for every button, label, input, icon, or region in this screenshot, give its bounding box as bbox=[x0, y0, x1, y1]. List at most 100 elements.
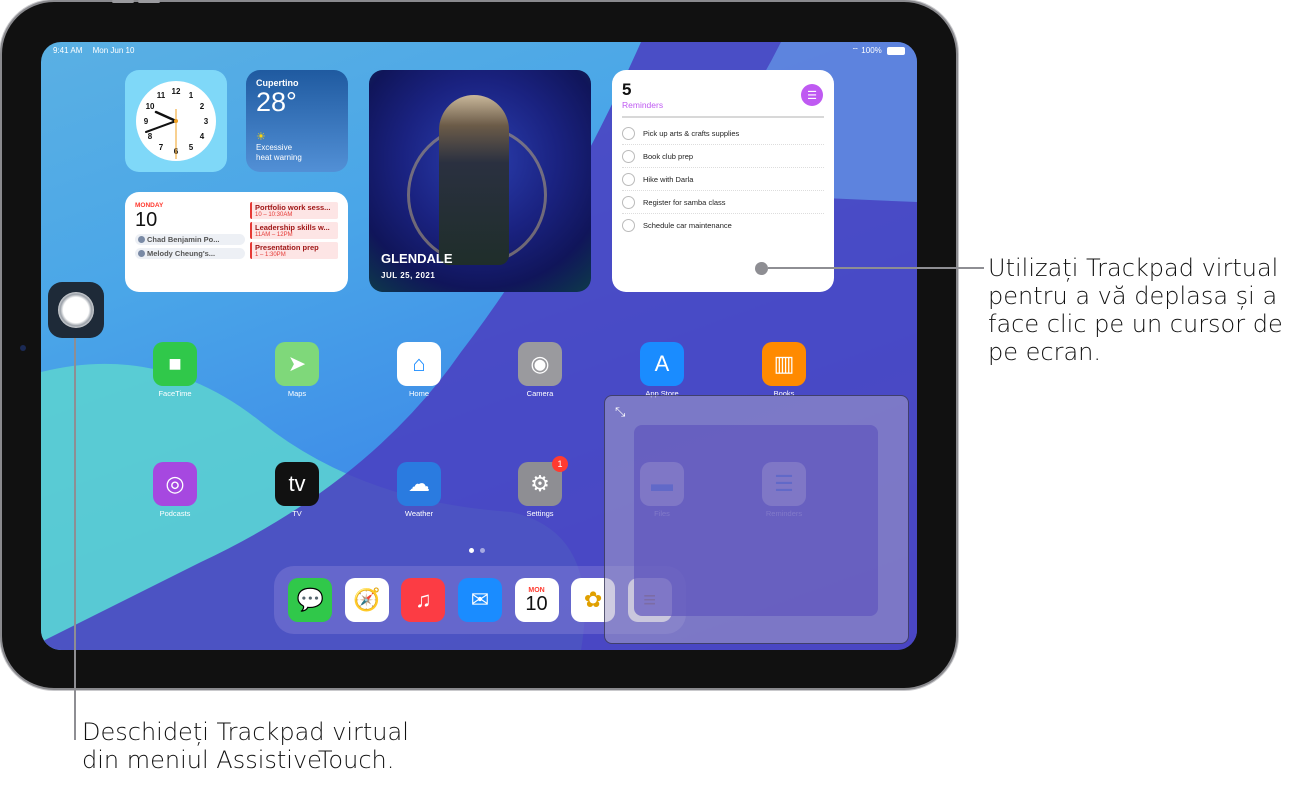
app-camera[interactable]: ◉ Camera bbox=[510, 342, 570, 398]
app-label: Podcasts bbox=[159, 509, 191, 518]
app-facetime[interactable]: ■ FaceTime bbox=[145, 342, 205, 398]
mail-icon[interactable]: ✉ bbox=[457, 578, 502, 622]
page-dot-1[interactable] bbox=[469, 548, 474, 553]
contact-icon bbox=[138, 250, 145, 257]
photos-widget[interactable]: GLENDALE JUL 25, 2021 bbox=[369, 70, 591, 292]
reminders-count: 5 bbox=[622, 80, 632, 99]
birthday-item: Melody Cheung's... bbox=[135, 248, 245, 259]
app-label: Camera bbox=[526, 389, 554, 398]
clock-number: 2 bbox=[200, 102, 205, 111]
app-label: Home bbox=[408, 389, 429, 398]
clock-number: 12 bbox=[172, 87, 181, 96]
app-books[interactable]: ▥ Books bbox=[754, 342, 814, 398]
tv-icon: tv bbox=[275, 462, 319, 506]
app-weather[interactable]: ☁ Weather bbox=[389, 462, 449, 518]
front-camera bbox=[20, 345, 26, 351]
books-icon: ▥ bbox=[762, 342, 806, 386]
calendar-event: Portfolio work sess... 10 – 10:30AM bbox=[250, 202, 338, 219]
notification-badge: 1 bbox=[552, 456, 568, 472]
calendar-widget[interactable]: MONDAY 10 Chad Benjamin Po... Melody Che… bbox=[125, 192, 348, 292]
page-dot-2[interactable] bbox=[480, 548, 485, 553]
app-label: Settings bbox=[526, 509, 554, 518]
app-settings[interactable]: ⚙ 1 Settings bbox=[510, 456, 570, 518]
app-maps[interactable]: ➤ Maps bbox=[267, 342, 327, 398]
reminder-text: Schedule car maintenance bbox=[643, 221, 732, 230]
virtual-trackpad[interactable]: ⤡ bbox=[604, 395, 909, 644]
app-app-store[interactable]: A App Store bbox=[632, 342, 692, 398]
reminder-item[interactable]: Pick up arts & crafts supplies bbox=[622, 122, 824, 145]
clock-widget[interactable]: 121234567891011 bbox=[125, 70, 227, 172]
volume-down-button bbox=[138, 0, 160, 3]
contact-icon bbox=[138, 236, 145, 243]
camera-icon: ◉ bbox=[518, 342, 562, 386]
birthday-item: Chad Benjamin Po... bbox=[135, 234, 245, 245]
photo-date: JUL 25, 2021 bbox=[381, 271, 436, 280]
battery-percent: 100% bbox=[861, 46, 882, 55]
reminder-item[interactable]: Book club prep bbox=[622, 145, 824, 168]
callout-line-right bbox=[768, 267, 984, 269]
checkbox-circle-icon[interactable] bbox=[622, 172, 635, 186]
calendar-weekday: MONDAY bbox=[135, 202, 164, 209]
music-icon[interactable]: ♫ bbox=[401, 578, 446, 622]
clock-number: 7 bbox=[159, 143, 164, 152]
clock-number: 10 bbox=[146, 102, 155, 111]
reminder-text: Register for samba class bbox=[643, 197, 726, 207]
calendar-icon[interactable]: MON 10 bbox=[514, 578, 559, 622]
weather-condition-1: Excessive bbox=[256, 143, 293, 152]
checkbox-circle-icon[interactable] bbox=[622, 195, 635, 209]
facetime-icon: ■ bbox=[153, 342, 197, 386]
onscreen-cursor[interactable] bbox=[755, 262, 768, 275]
clock-number: 4 bbox=[200, 132, 205, 141]
app-label: FaceTime bbox=[158, 389, 192, 398]
battery-icon bbox=[887, 46, 905, 55]
calendar-event: Presentation prep 1 – 1:30PM bbox=[250, 242, 338, 259]
clock-number: 5 bbox=[189, 143, 194, 152]
callout-right: Utilizați Trackpad virtual pentru a vă d… bbox=[988, 254, 1283, 366]
clock-number: 9 bbox=[144, 117, 149, 126]
divider bbox=[622, 116, 824, 118]
app-podcasts[interactable]: ◎ Podcasts bbox=[145, 462, 205, 518]
clock-number: 3 bbox=[204, 117, 209, 126]
reminder-item[interactable]: Schedule car maintenance bbox=[622, 214, 824, 237]
trackpad-area[interactable] bbox=[634, 425, 878, 616]
resize-icon[interactable]: ⤡ bbox=[615, 404, 625, 420]
status-date: Mon Jun 10 bbox=[92, 46, 135, 55]
photo-subject bbox=[439, 95, 509, 265]
messages-icon[interactable]: 💬 bbox=[288, 578, 333, 622]
checkbox-circle-icon[interactable] bbox=[622, 149, 635, 163]
weather-condition-2: heat warning bbox=[256, 153, 302, 162]
reminder-item[interactable]: Register for samba class bbox=[622, 191, 824, 214]
reminders-title: Reminders bbox=[622, 100, 664, 110]
photo-place: GLENDALE bbox=[381, 251, 453, 266]
list-icon: ☰ bbox=[801, 84, 823, 106]
home-screen: 9:41 AM Mon Jun 10 ⌔ 100% 12123456789101… bbox=[41, 42, 917, 650]
status-time: 9:41 AM bbox=[53, 46, 83, 55]
maps-icon: ➤ bbox=[275, 342, 319, 386]
clock-number: 1 bbox=[189, 91, 194, 100]
app-label: Weather bbox=[404, 509, 434, 518]
home-icon: ⌂ bbox=[397, 342, 441, 386]
safari-icon[interactable]: 🧭 bbox=[344, 578, 389, 622]
callout-line-bottom bbox=[74, 338, 76, 740]
checkbox-circle-icon[interactable] bbox=[622, 219, 635, 232]
app-home[interactable]: ⌂ Home bbox=[389, 342, 449, 398]
weather-widget[interactable]: Cupertino 28° ☀ Excessive heat warning bbox=[246, 70, 348, 172]
page-indicator[interactable] bbox=[469, 548, 485, 553]
calendar-day: 10 bbox=[135, 209, 158, 231]
checkbox-circle-icon[interactable] bbox=[622, 126, 635, 140]
app-store-icon: A bbox=[640, 342, 684, 386]
clock-face: 121234567891011 bbox=[136, 81, 216, 161]
reminder-text: Hike with Darla bbox=[643, 174, 694, 184]
app-label: TV bbox=[292, 509, 302, 518]
settings-icon: ⚙ 1 bbox=[518, 456, 568, 506]
status-bar: 9:41 AM Mon Jun 10 ⌔ 100% bbox=[53, 46, 905, 60]
weather-icon: ☁ bbox=[397, 462, 441, 506]
podcasts-icon: ◎ bbox=[153, 462, 197, 506]
reminder-item[interactable]: Hike with Darla bbox=[622, 168, 824, 191]
app-tv[interactable]: tv TV bbox=[267, 462, 327, 518]
reminders-widget[interactable]: 5 Reminders ☰ Pick up arts & crafts supp… bbox=[612, 70, 834, 292]
sun-icon: ☀ bbox=[256, 131, 266, 143]
volume-up-button bbox=[112, 0, 134, 3]
assistivetouch-button[interactable] bbox=[48, 282, 104, 338]
calendar-event: Leadership skills w... 11AM – 12PM bbox=[250, 222, 338, 239]
